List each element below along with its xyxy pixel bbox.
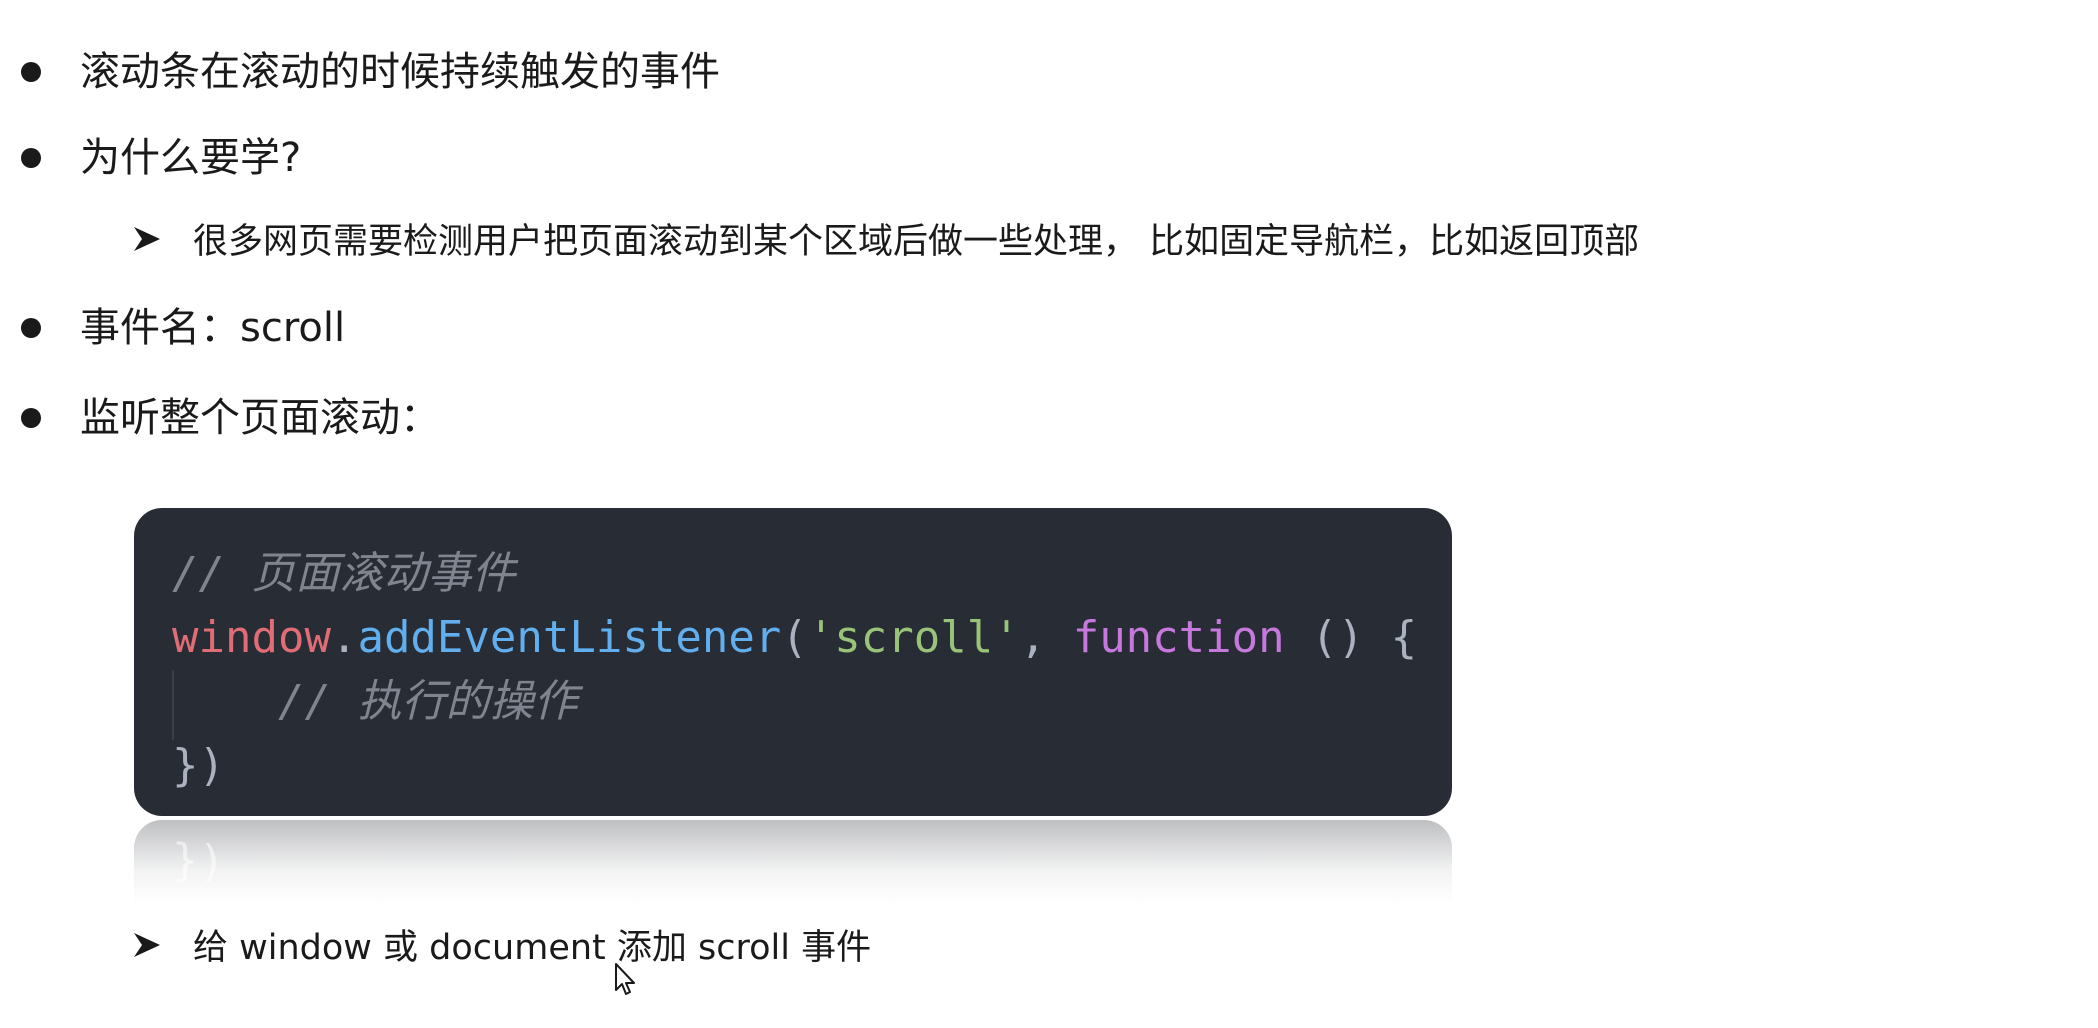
code-line-2: window.addEventListener('scroll', functi… <box>172 606 1452 670</box>
bullet-dot-icon <box>21 148 41 168</box>
code-punctuation: , <box>1019 612 1073 663</box>
bullet-dot-icon <box>21 62 41 82</box>
code-line-3: // 执行的操作 <box>172 670 1452 734</box>
code-comment: // 执行的操作 <box>277 676 578 727</box>
indent-guide <box>172 670 174 740</box>
sub-text: 给 window 或 document 添加 scroll 事件 <box>193 928 872 968</box>
arrowhead-right-icon <box>134 227 160 251</box>
code-string: 'scroll' <box>807 612 1020 663</box>
code-keyword: function <box>1072 612 1285 663</box>
code-block: // 页面滚动事件 window.addEventListener('scrol… <box>134 508 1452 816</box>
code-object: window <box>172 612 331 663</box>
bullet-text: 滚动条在滚动的时候持续触发的事件 <box>80 49 720 95</box>
bullet-text: 为什么要学? <box>80 135 302 181</box>
reflection-text: }) <box>172 838 225 889</box>
code-reflection: }) <box>134 820 1452 904</box>
code-closing: }) <box>172 740 225 791</box>
code-comment: // 页面滚动事件 <box>172 548 516 599</box>
code-punctuation: . <box>330 612 358 663</box>
bullet-dot-icon <box>21 318 41 338</box>
code-punctuation: ( <box>781 612 808 663</box>
code-line-4: }) <box>172 734 1452 798</box>
code-function-name: addEventListener <box>357 612 782 663</box>
sub-text: 很多网页需要检测用户把页面滚动到某个区域后做一些处理， 比如固定导航栏，比如返回… <box>193 222 1640 262</box>
bullet-dot-icon <box>21 408 41 428</box>
bullet-text: 事件名：scroll <box>80 305 346 351</box>
code-punctuation: () { <box>1284 612 1418 663</box>
code-line-1: // 页面滚动事件 <box>172 542 1452 606</box>
mouse-pointer-icon <box>615 963 635 995</box>
arrowhead-right-icon <box>134 933 160 957</box>
bullet-text: 监听整个页面滚动： <box>80 395 440 441</box>
